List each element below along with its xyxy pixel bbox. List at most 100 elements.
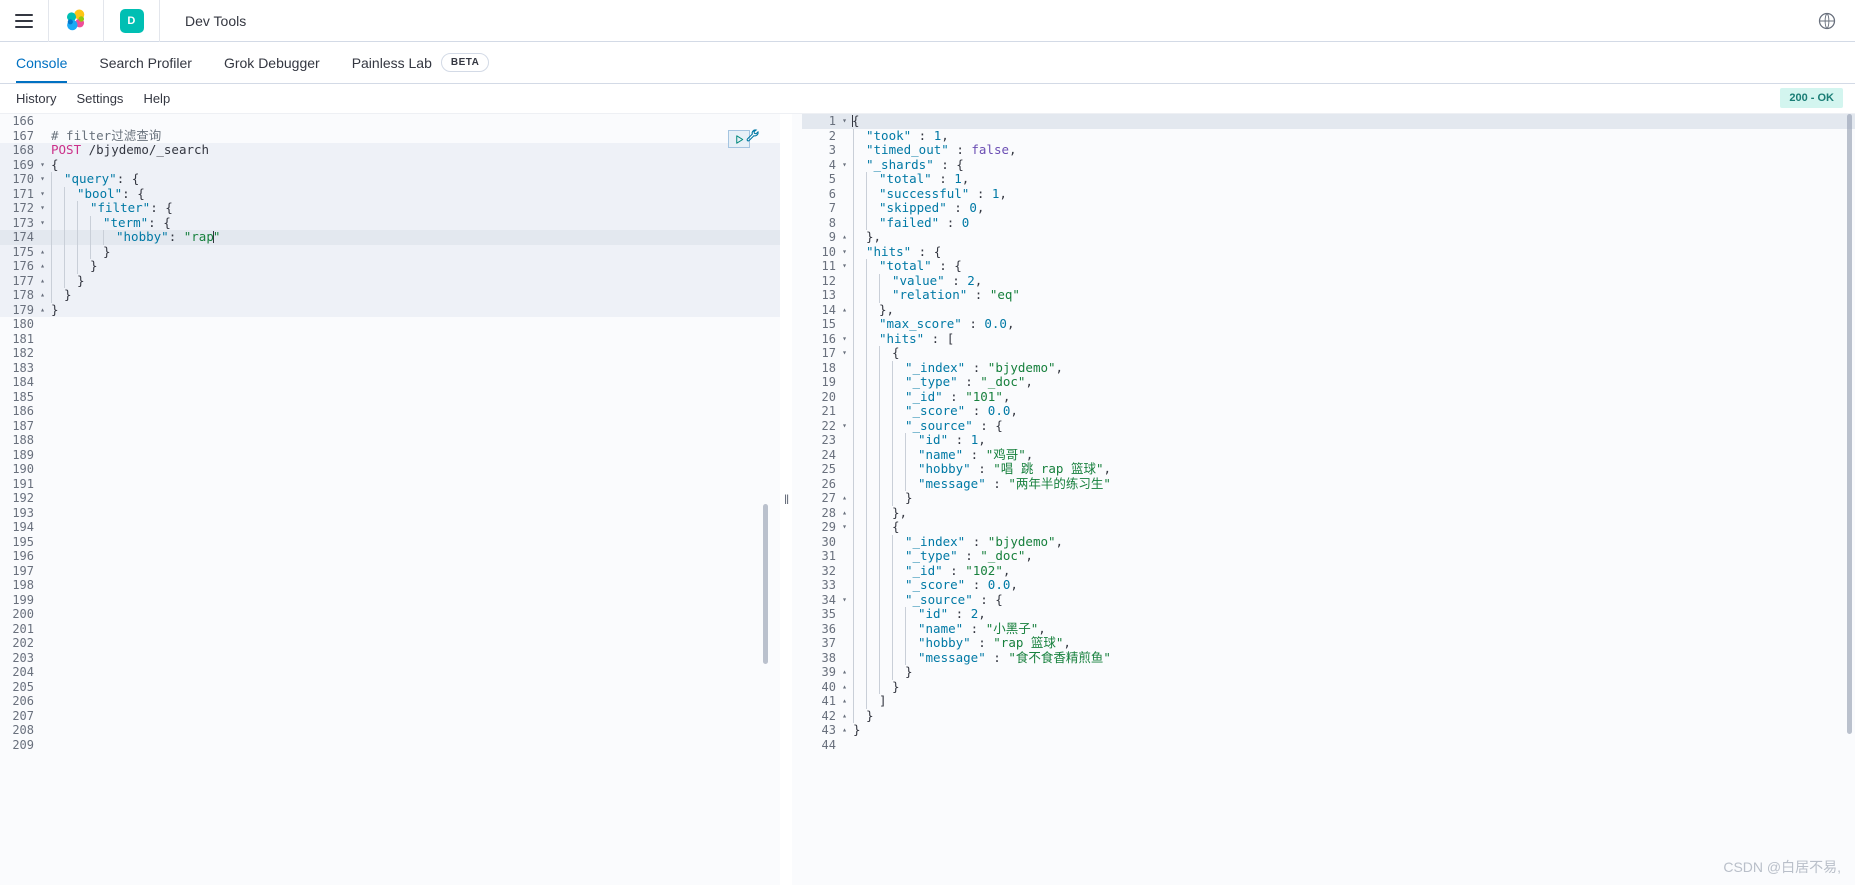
fold-toggle-icon[interactable]: ▾ (840, 114, 849, 129)
request-editor[interactable]: 166 167 # filter过滤查询 168 POST /bjydemo/_sear… (0, 114, 780, 885)
code-line[interactable]: 30 "_index" : "bjydemo", (802, 534, 1855, 549)
code-line[interactable]: 193 (0, 506, 780, 521)
code-line[interactable]: 200 (0, 607, 780, 622)
code-line[interactable]: 191 (0, 477, 780, 492)
code-line[interactable]: 23 "id" : 1, (802, 432, 1855, 448)
code-line[interactable]: 36 "name" : "小黑子", (802, 621, 1855, 636)
code-line[interactable]: 19 "_type" : "_doc", (802, 374, 1855, 390)
code-line[interactable]: 175 ▴} (0, 244, 780, 260)
fold-toggle-icon[interactable]: ▴ (840, 665, 849, 680)
code-line[interactable]: 167 # filter过滤查询 (0, 128, 780, 144)
code-line[interactable]: 206 (0, 694, 780, 709)
code-line[interactable]: 166 (0, 114, 780, 129)
tab-search-profiler[interactable]: Search Profiler (83, 42, 208, 83)
response-viewer[interactable]: 1 ▾{2 "took" : 1, 3 "timed_out" : false, 4 ▾ "_… (792, 114, 1855, 885)
fold-toggle-icon[interactable]: ▾ (840, 158, 849, 173)
code-line[interactable]: 173 ▾ "term": { (0, 215, 780, 231)
tab-grok-debugger[interactable]: Grok Debugger (208, 42, 336, 83)
code-line[interactable]: 2 "took" : 1, (802, 128, 1855, 143)
code-line[interactable]: 12 "value" : 2, (802, 273, 1855, 288)
code-line[interactable]: 176 ▴} (0, 258, 780, 274)
fold-toggle-icon[interactable]: ▴ (38, 245, 47, 260)
avatar-wrapper[interactable]: D (104, 0, 159, 42)
fold-toggle-icon[interactable]: ▾ (38, 216, 47, 231)
fold-toggle-icon[interactable]: ▴ (38, 288, 47, 303)
code-line[interactable]: 183 (0, 361, 780, 376)
code-line[interactable]: 182 (0, 346, 780, 361)
code-line[interactable]: 6 "successful" : 1, (802, 186, 1855, 201)
code-line[interactable]: 24 "name" : "鸡哥", (802, 447, 1855, 462)
toolbar-help[interactable]: Help (133, 91, 180, 106)
code-line[interactable]: 44 (802, 738, 1855, 753)
code-line[interactable]: 185 (0, 390, 780, 405)
code-line[interactable]: 8 "failed" : 0 (802, 215, 1855, 230)
code-line[interactable]: 35 "id" : 2, (802, 606, 1855, 622)
code-line[interactable]: 17 ▾ { (802, 345, 1855, 361)
code-line[interactable]: 13 "relation" : "eq" (802, 287, 1855, 303)
code-line[interactable]: 186 (0, 404, 780, 419)
code-line[interactable]: 184 (0, 375, 780, 390)
code-line[interactable]: 198 (0, 578, 780, 593)
toolbar-settings[interactable]: Settings (66, 91, 133, 106)
fold-toggle-icon[interactable]: ▴ (840, 723, 849, 738)
code-line[interactable]: 194 (0, 520, 780, 535)
code-line[interactable]: 199 (0, 593, 780, 608)
fold-toggle-icon[interactable]: ▾ (840, 259, 849, 274)
fold-toggle-icon[interactable]: ▴ (840, 709, 849, 724)
pane-splitter[interactable]: ‖ (780, 114, 792, 885)
code-line[interactable]: 187 (0, 419, 780, 434)
code-line[interactable]: 1 ▾{ (802, 114, 1855, 129)
code-line[interactable]: 208 (0, 723, 780, 738)
fold-toggle-icon[interactable]: ▾ (840, 419, 849, 434)
code-line[interactable]: 39 ▴} (802, 664, 1855, 680)
code-line[interactable]: 29 ▾ { (802, 519, 1855, 535)
code-line[interactable]: 204 (0, 665, 780, 680)
code-line[interactable]: 189 (0, 448, 780, 463)
request-editor-pane[interactable]: 166 167 # filter过滤查询 168 POST /bjydemo/_sear… (0, 114, 780, 885)
code-line[interactable]: 197 (0, 564, 780, 579)
code-line[interactable]: 7 "skipped" : 0, (802, 200, 1855, 216)
code-line[interactable]: 174 "hobby": "rap" (0, 229, 780, 245)
elastic-logo-icon[interactable] (49, 0, 103, 42)
fold-toggle-icon[interactable]: ▾ (840, 346, 849, 361)
code-line[interactable]: 43 ▴} (802, 722, 1855, 738)
code-line[interactable]: 20 "_id" : "101", (802, 389, 1855, 404)
code-line[interactable]: 18 "_index" : "bjydemo", (802, 360, 1855, 375)
code-line[interactable]: 180 (0, 317, 780, 332)
code-line[interactable]: 178 ▴} (0, 287, 780, 303)
code-line[interactable]: 168 POST /bjydemo/_search (0, 142, 780, 158)
fold-toggle-icon[interactable]: ▴ (840, 491, 849, 506)
code-line[interactable]: 40 ▴} (802, 679, 1855, 694)
code-line[interactable]: 188 (0, 433, 780, 448)
code-line[interactable]: 209 (0, 738, 780, 753)
tab-painless-lab[interactable]: Painless Lab BETA (336, 42, 506, 83)
code-line[interactable]: 190 (0, 462, 780, 477)
fold-toggle-icon[interactable]: ▴ (38, 259, 47, 274)
code-line[interactable]: 202 (0, 636, 780, 651)
code-line[interactable]: 4 ▾ "_shards" : { (802, 157, 1855, 173)
code-line[interactable]: 11 ▾ "total" : { (802, 258, 1855, 274)
code-line[interactable]: 207 (0, 709, 780, 724)
fold-toggle-icon[interactable]: ▴ (840, 506, 849, 521)
code-line[interactable]: 196 (0, 549, 780, 564)
code-line[interactable]: 5 "total" : 1, (802, 171, 1855, 187)
code-line[interactable]: 28 ▴}, (802, 505, 1855, 521)
code-line[interactable]: 34 ▾ "_source" : { (802, 592, 1855, 607)
request-editor-scrollbar[interactable] (763, 504, 768, 664)
code-line[interactable]: 41 ▴] (802, 693, 1855, 709)
fold-toggle-icon[interactable]: ▴ (840, 303, 849, 318)
avatar[interactable]: D (119, 8, 144, 33)
fold-toggle-icon[interactable]: ▴ (840, 230, 849, 245)
code-line[interactable]: 32 "_id" : "102", (802, 563, 1855, 578)
fold-toggle-icon[interactable]: ▾ (38, 187, 47, 202)
code-line[interactable]: 203 (0, 651, 780, 666)
code-line[interactable]: 42 ▴} (802, 708, 1855, 724)
code-line[interactable]: 25 "hobby" : "唱 跳 rap 篮球", (802, 461, 1855, 477)
fold-toggle-icon[interactable]: ▾ (38, 172, 47, 187)
fold-toggle-icon[interactable]: ▾ (840, 332, 849, 347)
code-line[interactable]: 16 ▾ "hits" : [ (802, 331, 1855, 347)
code-line[interactable]: 179 ▴} (0, 302, 780, 317)
code-line[interactable]: 9 ▴}, (802, 229, 1855, 245)
hamburger-menu-icon[interactable] (0, 0, 48, 42)
code-line[interactable]: 31 "_type" : "_doc", (802, 548, 1855, 564)
